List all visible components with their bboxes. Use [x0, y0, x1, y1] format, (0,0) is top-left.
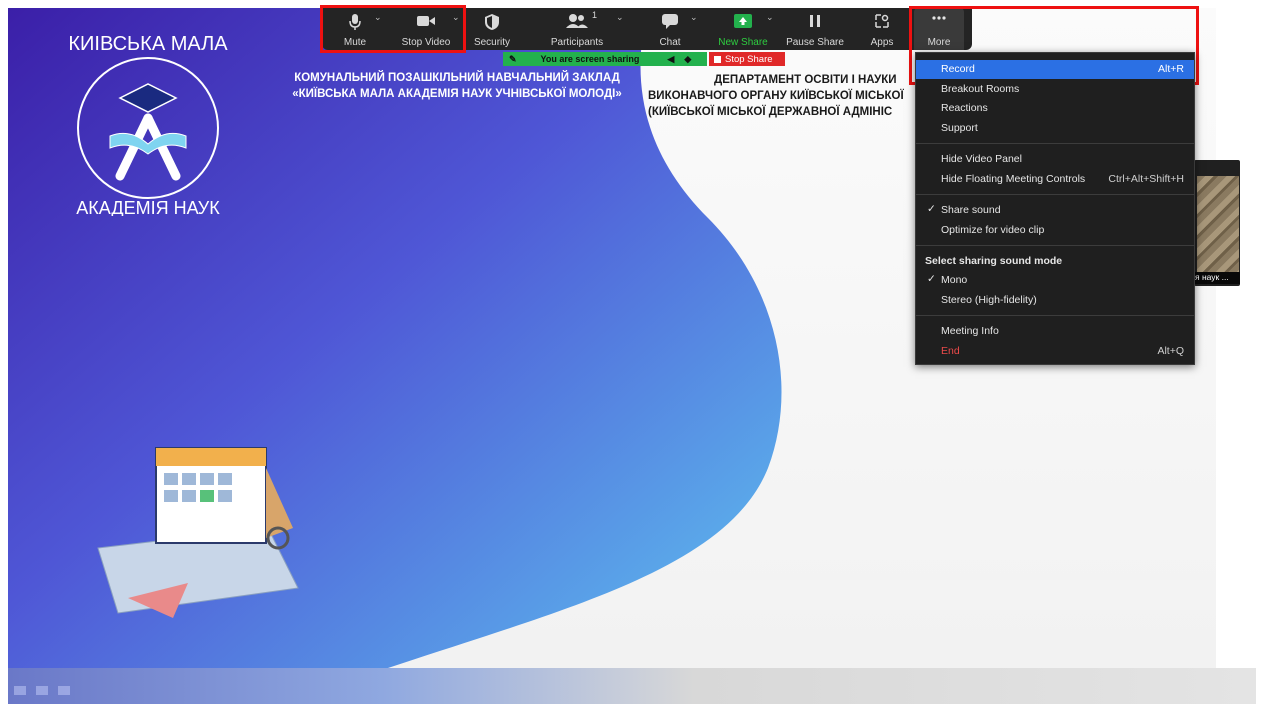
screen-sharing-bar: ✎ You are screen sharing ◀ ◆: [503, 52, 707, 66]
hide-floating-shortcut: Ctrl+Alt+Shift+H: [1108, 173, 1184, 185]
svg-text:КИЇВСЬКА МАЛА: КИЇВСЬКА МАЛА: [68, 36, 228, 55]
record-shortcut: Alt+R: [1158, 63, 1184, 75]
pause-share-label: Pause Share: [786, 37, 844, 48]
checkmark-icon: ✓: [927, 273, 936, 285]
menu-item-hide-floating-controls[interactable]: Hide Floating Meeting Controls Ctrl+Alt+…: [916, 170, 1194, 189]
pause-share-button[interactable]: Pause Share: [784, 8, 846, 50]
new-share-label: New Share: [718, 37, 768, 48]
menu-header-sound-mode: Select sharing sound mode: [916, 252, 1194, 271]
optimize-label: Optimize for video clip: [941, 224, 1045, 236]
participants-icon: [542, 14, 612, 30]
menu-separator: [916, 245, 1194, 246]
menu-item-mono[interactable]: ✓ Mono: [916, 271, 1194, 290]
menu-item-breakout-rooms[interactable]: Breakout Rooms: [916, 80, 1194, 99]
security-button[interactable]: Security: [464, 8, 520, 50]
shield-icon: [464, 14, 520, 30]
hide-floating-label: Hide Floating Meeting Controls: [941, 173, 1086, 185]
shield-icon[interactable]: ◆: [684, 54, 691, 65]
header-right-line-3: (КИЇВСЬКОЇ МІСЬКОЇ ДЕРЖАВНОЇ АДМІНІС: [648, 106, 893, 118]
new-share-button[interactable]: ⌄ New Share: [714, 8, 774, 50]
menu-item-stereo[interactable]: Stereo (High-fidelity): [916, 291, 1194, 310]
end-shortcut: Alt+Q: [1157, 345, 1184, 357]
menu-item-optimize-video[interactable]: Optimize for video clip: [916, 221, 1194, 240]
stop-share-label: Stop Share: [725, 53, 773, 65]
reactions-label: Reactions: [941, 102, 988, 114]
participant-name: я наук ...: [1195, 272, 1240, 284]
floating-video-panel[interactable]: я наук ...: [1194, 160, 1240, 286]
checkmark-icon: ✓: [927, 203, 936, 215]
menu-separator: [916, 143, 1194, 144]
header-left-line-2: «КИЇВСЬКА МАЛА АКАДЕМІЯ НАУК УЧНІВСЬКОЇ …: [292, 88, 622, 100]
menu-item-end[interactable]: End Alt+Q: [916, 342, 1194, 361]
menu-item-share-sound[interactable]: ✓ Share sound: [916, 201, 1194, 220]
header-right-line-2: ВИКОНАВЧОГО ОРГАНУ КИЇВСЬКОЇ МІСЬКОЇ: [648, 90, 904, 102]
chat-label: Chat: [659, 37, 681, 48]
support-label: Support: [941, 122, 978, 134]
annotation-tools[interactable]: [14, 686, 70, 695]
slide-bottom-strip: [8, 668, 1256, 704]
sharing-status-text: You are screen sharing: [540, 54, 640, 64]
menu-item-record[interactable]: Record Alt+R: [916, 60, 1194, 79]
apps-button[interactable]: Apps: [862, 8, 902, 50]
participants-label: Participants: [550, 37, 604, 48]
chevron-down-icon[interactable]: ⌄: [766, 12, 774, 23]
breakout-label: Breakout Rooms: [941, 83, 1020, 95]
menu-item-support[interactable]: Support: [916, 119, 1194, 138]
participant-count: 1: [592, 10, 598, 20]
menu-separator: [916, 315, 1194, 316]
svg-text:АКАДЕМІЯ НАУК: АКАДЕМІЯ НАУК: [76, 198, 220, 216]
end-label: End: [941, 345, 960, 357]
sound-mode-header: Select sharing sound mode: [925, 255, 1063, 267]
menu-item-reactions[interactable]: Reactions: [916, 99, 1194, 118]
menu-item-meeting-info[interactable]: Meeting Info: [916, 322, 1194, 341]
participant-video: [1197, 176, 1239, 272]
meeting-info-label: Meeting Info: [941, 325, 999, 337]
share-screen-icon: [714, 14, 772, 30]
header-left-line-1: КОМУНАЛЬНИЙ ПОЗАШКІЛЬНИЙ НАВЧАЛЬНИЙ ЗАКЛ…: [294, 72, 620, 84]
chevron-down-icon[interactable]: ⌄: [616, 12, 624, 23]
hide-video-label: Hide Video Panel: [941, 153, 1022, 165]
menu-item-hide-video-panel[interactable]: Hide Video Panel: [916, 150, 1194, 169]
menu-separator: [916, 194, 1194, 195]
more-dropdown-menu: Record Alt+R Breakout Rooms Reactions Su…: [915, 52, 1195, 365]
highlight-mute-video: [320, 5, 466, 53]
chevron-down-icon[interactable]: ⌄: [690, 12, 698, 23]
academy-logo: КИЇВСЬКА МАЛА АКАДЕМІЯ НАУК: [48, 33, 248, 221]
header-right-line-1: ДЕПАРТАМЕНТ ОСВІТИ І НАУКИ: [714, 74, 897, 86]
chat-button[interactable]: ⌄ Chat: [644, 8, 698, 50]
apps-label: Apps: [870, 37, 894, 48]
stop-share-button[interactable]: Stop Share: [709, 52, 785, 66]
chat-bubble-icon: [644, 14, 696, 30]
speaker-icon[interactable]: ◀: [667, 54, 674, 65]
security-label: Security: [473, 37, 511, 48]
stop-icon: [714, 55, 721, 63]
stereo-label: Stereo (High-fidelity): [941, 294, 1037, 306]
calendar-map-illustration: [78, 428, 318, 623]
participants-button[interactable]: 1 ⌄ Participants: [542, 8, 624, 50]
slide-header-right: ДЕПАРТАМЕНТ ОСВІТИ І НАУКИ ВИКОНАВЧОГО О…: [648, 72, 948, 120]
apps-icon: [862, 14, 902, 30]
drag-handle-icon[interactable]: ✎: [509, 54, 517, 65]
mono-label: Mono: [941, 274, 968, 286]
record-label: Record: [941, 63, 975, 75]
slide-header-left: КОМУНАЛЬНИЙ ПОЗАШКІЛЬНИЙ НАВЧАЛЬНИЙ ЗАКЛ…: [270, 70, 644, 102]
pause-icon: [784, 14, 846, 30]
share-sound-label: Share sound: [941, 204, 1001, 216]
